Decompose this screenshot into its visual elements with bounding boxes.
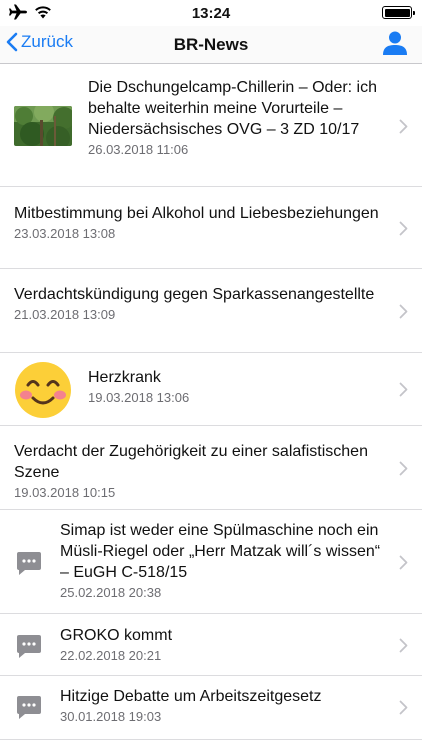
news-title: Verdacht der Zugehörigkeit zu einer sala…	[14, 443, 368, 481]
chat-icon	[17, 696, 41, 719]
chat-icon	[17, 635, 41, 658]
chevron-right-icon	[399, 119, 408, 134]
news-list: Die Dschungelcamp-Chillerin – Oder: ich …	[0, 65, 422, 740]
news-date: 19.03.2018 13:06	[88, 390, 190, 405]
chevron-right-icon	[399, 461, 408, 476]
profile-button[interactable]	[382, 30, 408, 61]
news-date: 21.03.2018 13:09	[14, 307, 116, 322]
status-bar: 13:24	[0, 0, 422, 26]
battery-icon	[382, 6, 415, 19]
news-date: 30.01.2018 19:03	[60, 709, 162, 724]
page-title: BR-News	[173, 35, 249, 54]
news-item-content: Die Dschungelcamp-Chillerin – Oder: ich …	[88, 77, 388, 158]
news-item[interactable]: Simap ist weder eine Spülmaschine noch e…	[0, 510, 422, 614]
chevron-right-icon	[399, 304, 408, 319]
news-title: GROKO kommt	[60, 627, 173, 644]
smiley-emoji	[15, 362, 71, 418]
news-item[interactable]: Verdachtskündigung gegen Sparkassenanges…	[0, 269, 422, 353]
news-item[interactable]: Verdacht der Zugehörigkeit zu einer sala…	[0, 426, 422, 510]
news-date: 19.03.2018 10:15	[14, 485, 116, 500]
news-item[interactable]: Die Dschungelcamp-Chillerin – Oder: ich …	[0, 65, 422, 187]
status-time: 13:24	[191, 5, 231, 22]
news-date: 26.03.2018 11:06	[88, 142, 189, 157]
news-date: 25.02.2018 20:38	[60, 585, 162, 600]
news-title: Verdachtskündigung gegen Sparkassenanges…	[14, 286, 375, 303]
chevron-right-icon	[399, 555, 408, 570]
news-thumbnail	[14, 106, 72, 146]
chevron-right-icon	[399, 382, 408, 397]
news-item-content: GROKO kommt 22.02.2018 20:21	[60, 625, 390, 664]
news-item-content: Simap ist weder eine Spülmaschine noch e…	[60, 520, 390, 601]
news-title: Simap ist weder eine Spülmaschine noch e…	[60, 522, 381, 581]
navigation-bar: Zurück BR-News	[0, 26, 422, 64]
news-date: 22.02.2018 20:21	[60, 648, 162, 663]
news-item[interactable]: Herzkrank 19.03.2018 13:06	[0, 353, 422, 426]
news-item-content: Herzkrank 19.03.2018 13:06	[88, 367, 388, 406]
news-item-content: Hitzige Debatte um Arbeitszeitgesetz 30.…	[60, 686, 390, 725]
news-item-content: Verdachtskündigung gegen Sparkassenanges…	[14, 284, 384, 323]
news-item[interactable]: Hitzige Debatte um Arbeitszeitgesetz 30.…	[0, 676, 422, 740]
news-title: Mitbestimmung bei Alkohol und Liebesbezi…	[14, 205, 379, 222]
news-item-content: Mitbestimmung bei Alkohol und Liebesbezi…	[14, 203, 384, 242]
news-title: Die Dschungelcamp-Chillerin – Oder: ich …	[88, 79, 378, 138]
chat-icon	[17, 552, 41, 575]
chevron-right-icon	[399, 700, 408, 715]
news-item-content: Verdacht der Zugehörigkeit zu einer sala…	[14, 441, 384, 501]
user-icon	[383, 31, 407, 55]
news-title: Hitzige Debatte um Arbeitszeitgesetz	[60, 688, 322, 705]
news-title: Herzkrank	[88, 369, 161, 386]
chevron-right-icon	[399, 638, 408, 653]
news-item[interactable]: Mitbestimmung bei Alkohol und Liebesbezi…	[0, 187, 422, 269]
chevron-right-icon	[399, 221, 408, 236]
news-item[interactable]: GROKO kommt 22.02.2018 20:21	[0, 614, 422, 676]
news-date: 23.03.2018 13:08	[14, 226, 116, 241]
